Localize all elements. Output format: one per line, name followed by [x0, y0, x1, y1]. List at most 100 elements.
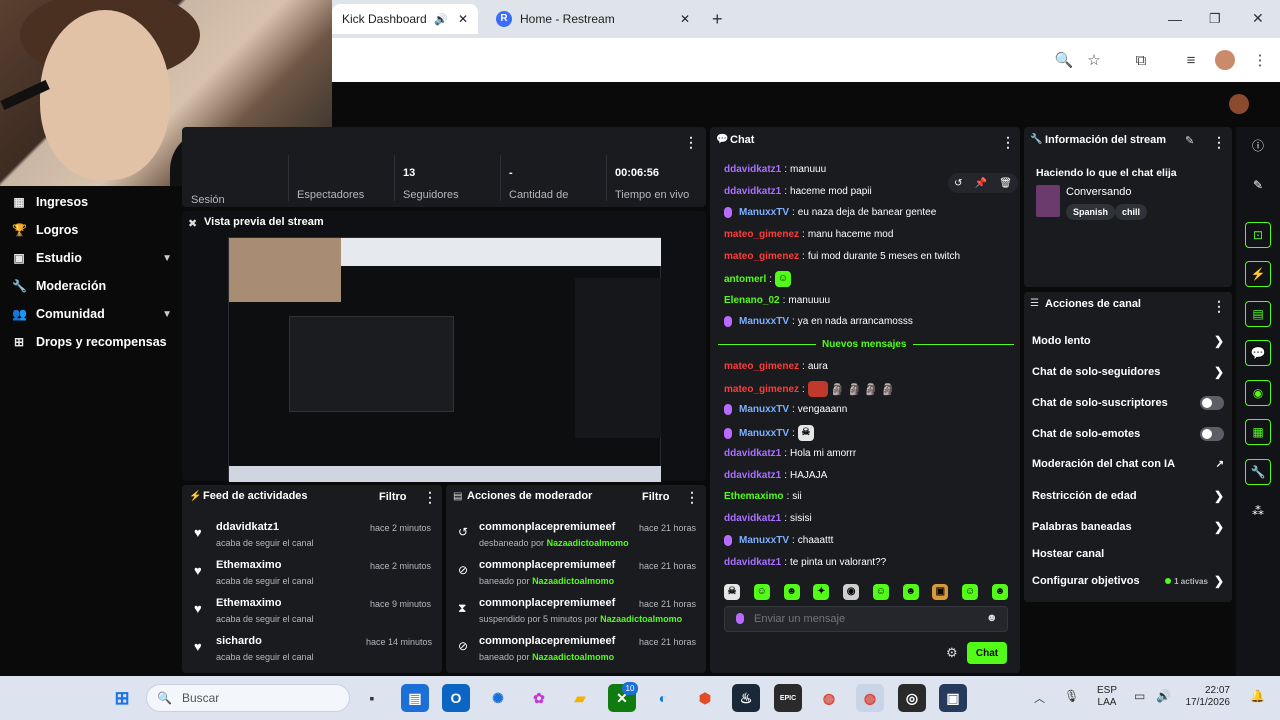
- bolt-icon[interactable]: ⚡: [1245, 261, 1271, 287]
- office-icon[interactable]: ⬢: [691, 684, 719, 712]
- app-window-icon[interactable]: ▣: [939, 684, 967, 712]
- chevron-up-icon[interactable]: ︿: [1034, 690, 1045, 706]
- chat-message[interactable]: mateo_gimenez: aura: [724, 361, 828, 372]
- pin-icon[interactable]: 📌: [975, 178, 987, 189]
- chat-user[interactable]: ManuxxTV: [739, 207, 789, 218]
- broadcast-icon[interactable]: ◉: [1245, 380, 1271, 406]
- gear-icon[interactable]: ⚙: [946, 645, 958, 661]
- emote-icon[interactable]: ▣: [932, 584, 949, 600]
- undo-icon[interactable]: ↺: [954, 178, 962, 189]
- sidebar-item-estudio[interactable]: ▣ Estudio ▼: [12, 246, 172, 270]
- speaker-icon[interactable]: 🔊: [434, 13, 448, 26]
- chat-message[interactable]: ddavidkatz1: te pinta un valorant??: [724, 557, 886, 568]
- chat-message[interactable]: ddavidkatz1: sisisi: [724, 513, 812, 524]
- chrome-active-icon[interactable]: ◍: [856, 684, 884, 712]
- channel-actions-menu-icon[interactable]: ⋮: [1212, 298, 1226, 315]
- browser-menu-icon[interactable]: ⋮: [1250, 50, 1270, 70]
- app-icon[interactable]: ✿: [525, 684, 553, 712]
- chat-user[interactable]: ManuxxTV: [739, 428, 789, 439]
- ai-moderation-option[interactable]: Moderación del chat con IA ↗: [1032, 458, 1224, 470]
- goals-option[interactable]: Configurar objetivos 1 activas ❯: [1032, 574, 1224, 588]
- close-tab-icon[interactable]: ✕: [680, 12, 690, 26]
- chat-user[interactable]: ManuxxTV: [739, 316, 789, 327]
- bookmark-star-icon[interactable]: ☆: [1084, 50, 1104, 70]
- chat-message[interactable]: mateo_gimenez: manu haceme mod: [724, 229, 893, 240]
- chat-user[interactable]: Ethemaximo: [724, 491, 783, 502]
- chat-message[interactable]: mateo_gimenez: 🗿 🗿 🗿 🗿: [724, 381, 895, 397]
- taskbar-search[interactable]: 🔍 Buscar: [146, 684, 350, 712]
- chat-message[interactable]: Ethemaximo: sii: [724, 491, 802, 502]
- tag-badge[interactable]: Spanish: [1066, 204, 1116, 220]
- chat-message-input[interactable]: [754, 609, 974, 629]
- chat-user[interactable]: ddavidkatz1: [724, 448, 781, 459]
- tag-badge[interactable]: chill: [1115, 204, 1148, 220]
- chat-user[interactable]: ddavidkatz1: [724, 470, 781, 481]
- pencil-icon[interactable]: ✎: [1185, 134, 1194, 147]
- layout-icon[interactable]: ▦: [1245, 419, 1271, 445]
- chrome-icon[interactable]: ◍: [815, 684, 843, 712]
- windows-start-icon[interactable]: ⊞: [108, 684, 136, 712]
- slow-mode-option[interactable]: Modo lento ❯: [1032, 334, 1224, 348]
- sidebar-item-logros[interactable]: 🏆 Logros: [12, 218, 172, 242]
- new-tab-button[interactable]: +: [712, 9, 723, 30]
- screen-icon[interactable]: ⊡: [1245, 222, 1271, 248]
- chat-message[interactable]: ddavidkatz1: HAJAJA: [724, 470, 827, 481]
- clock[interactable]: 22:07 17/1/2026: [1184, 685, 1231, 709]
- chat-message[interactable]: ddavidkatz1: haceme mod papii: [724, 186, 872, 197]
- steam-icon[interactable]: ♨: [732, 684, 760, 712]
- emote-icon[interactable]: ☻: [991, 584, 1008, 600]
- chat-message[interactable]: antomerl: ☺: [724, 271, 792, 287]
- task-view-icon[interactable]: ▪: [358, 684, 386, 712]
- close-tab-icon[interactable]: ✕: [458, 12, 468, 26]
- chat-message[interactable]: mateo_gimenez: fui mod durante 5 meses en…: [724, 251, 960, 262]
- info-icon[interactable]: ⓘ: [1245, 132, 1271, 158]
- emote-icon[interactable]: ☺: [872, 584, 889, 600]
- media-icon[interactable]: ≡: [1181, 50, 1201, 70]
- emote-icon[interactable]: ☻: [902, 584, 919, 600]
- chat-message[interactable]: Elenano_02: manuuuu: [724, 295, 830, 306]
- network-icon[interactable]: ▭: [1134, 689, 1145, 703]
- emote-icon[interactable]: ◉: [843, 584, 860, 600]
- extensions-icon[interactable]: ⧉: [1131, 50, 1151, 70]
- chat-user[interactable]: mateo_gimenez: [724, 361, 799, 372]
- emote-icon[interactable]: ✦: [813, 584, 830, 600]
- stream-category[interactable]: Conversando: [1066, 186, 1131, 198]
- mod-menu-icon[interactable]: ⋮: [685, 489, 699, 506]
- user-avatar[interactable]: [1229, 94, 1249, 114]
- chat-user[interactable]: ManuxxTV: [739, 404, 789, 415]
- chat-message[interactable]: ddavidkatz1: manuuu: [724, 164, 826, 175]
- emotes-only-toggle[interactable]: [1200, 427, 1224, 441]
- subscribers-only-option[interactable]: Chat de solo-suscriptores: [1032, 396, 1224, 410]
- maximize-icon[interactable]: ❐: [1209, 11, 1221, 27]
- chat-user[interactable]: ManuxxTV: [739, 535, 789, 546]
- folder-icon[interactable]: ▰: [566, 684, 594, 712]
- obs-icon[interactable]: ◎: [898, 684, 926, 712]
- store-icon[interactable]: ▤: [401, 684, 429, 712]
- chat-message[interactable]: ManuxxTV: vengaaann: [724, 404, 847, 415]
- banned-words-option[interactable]: Palabras baneadas ❯: [1032, 520, 1224, 534]
- subscribers-only-toggle[interactable]: [1200, 396, 1224, 410]
- mod-filter-button[interactable]: Filtro: [642, 491, 670, 503]
- zoom-icon[interactable]: 🔍: [1054, 50, 1074, 70]
- chat-message[interactable]: ManuxxTV: ya en nada arrancamosss: [724, 316, 913, 327]
- chat-message[interactable]: ddavidkatz1: Hola mi amorrr: [724, 448, 856, 459]
- microphone-icon[interactable]: 🎙: [1064, 689, 1079, 703]
- age-restriction-option[interactable]: Restricción de edad ❯: [1032, 489, 1224, 503]
- emoji-icon[interactable]: ☻: [986, 612, 998, 624]
- emotes-only-option[interactable]: Chat de solo-emotes: [1032, 427, 1224, 441]
- skull-emote-icon[interactable]: ☠: [724, 584, 740, 600]
- stats-menu-icon[interactable]: ⋮: [684, 134, 698, 151]
- notifications-bell-icon[interactable]: 🔔: [1250, 689, 1265, 703]
- wrench-icon[interactable]: 🔧: [1245, 459, 1271, 485]
- chat-user[interactable]: mateo_gimenez: [724, 384, 799, 395]
- chat-message[interactable]: ManuxxTV: ☠: [724, 425, 814, 441]
- trash-icon[interactable]: 🗑: [999, 178, 1012, 189]
- emote-icon[interactable]: ☺: [962, 584, 979, 600]
- chat-user[interactable]: ddavidkatz1: [724, 164, 781, 175]
- minimize-icon[interactable]: —: [1168, 11, 1182, 27]
- epic-games-icon[interactable]: EPIC: [774, 684, 802, 712]
- sidebar-item-moderacion[interactable]: 🔧 Moderación: [12, 274, 172, 298]
- pencil-icon[interactable]: ✎: [1245, 172, 1271, 198]
- stream-preview-image[interactable]: [228, 237, 661, 482]
- category-thumbnail[interactable]: [1036, 185, 1060, 217]
